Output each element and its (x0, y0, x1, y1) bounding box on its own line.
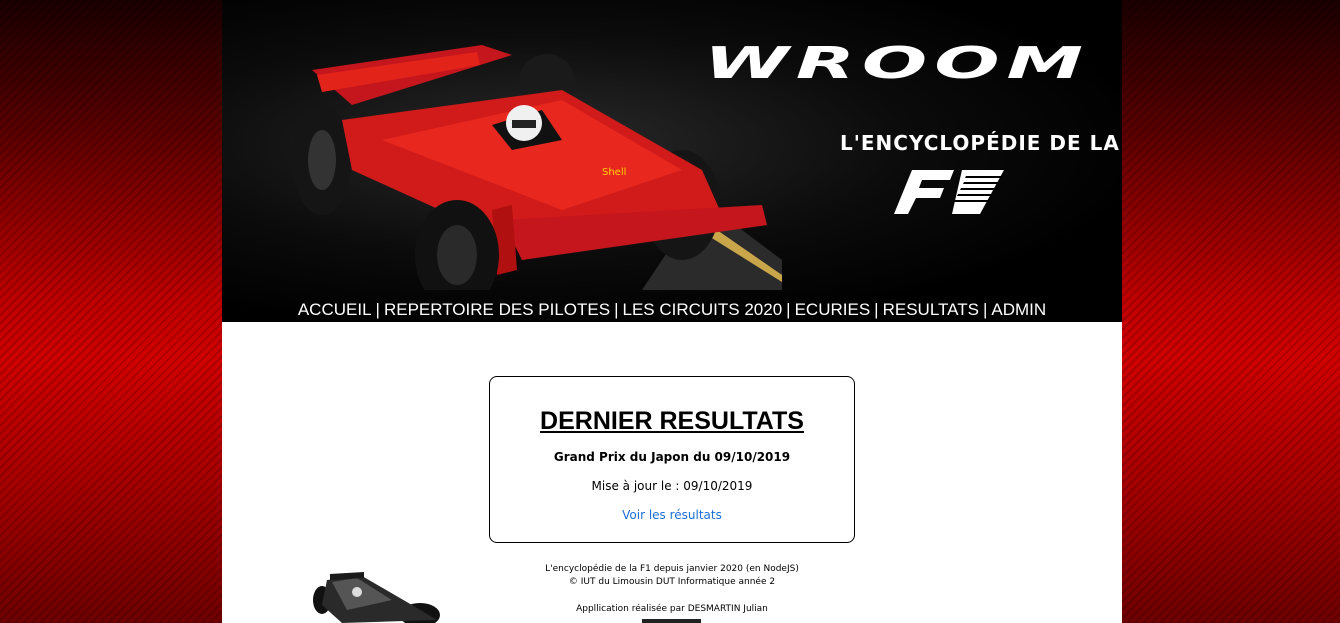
encyclopedia-tagline: L'ENCYCLOPÉDIE DE LA (840, 131, 1120, 155)
nav-separator: | (786, 300, 791, 319)
footer-line-1: L'encyclopédie de la F1 depuis janvier 2… (545, 564, 799, 574)
nav-separator: | (375, 300, 380, 319)
svg-text:Shell: Shell (602, 167, 626, 178)
footer-bar (642, 619, 701, 623)
latest-results-title: DERNIER RESULTATS (540, 407, 804, 435)
page-container: Shell WROOM L'ENCYCLOPÉDIE DE LA ACCUEIL… (222, 0, 1122, 623)
footer: L'encyclopédie de la F1 depuis janvier 2… (472, 563, 872, 616)
svg-text:WROOM: WROOM (704, 38, 1090, 88)
view-results-link[interactable]: Voir les résultats (622, 508, 722, 522)
nav-separator: | (982, 300, 988, 319)
nav-repertoire-des-pilotes[interactable]: REPERTOIRE DES PILOTES (384, 300, 610, 319)
f1-logo (894, 170, 1004, 214)
last-updated-text: Mise à jour le : 09/10/2019 (591, 479, 753, 493)
nav-les-circuits-2020[interactable]: LES CIRCUITS 2020 (622, 300, 782, 319)
nav-admin[interactable]: ADMIN (991, 300, 1046, 319)
nav-ecuries[interactable]: ECURIES (795, 300, 871, 319)
nav-separator: | (614, 300, 619, 319)
footer-author: Appllication réalisée par DESMARTIN Juli… (576, 604, 768, 614)
wroom-logo: WROOM (704, 38, 1090, 88)
main-navigation: ACCUEIL | REPERTOIRE DES PILOTES | LES CIRCU… (222, 300, 1122, 322)
header-banner: Shell WROOM L'ENCYCLOPÉDIE DE LA ACCUEIL… (222, 0, 1122, 322)
nav-resultats[interactable]: RESULTATS (883, 300, 979, 319)
nav-separator: | (874, 300, 879, 319)
grand-prix-name: Grand Prix du Japon du 09/10/2019 (553, 450, 791, 464)
footer-car-image (313, 572, 440, 623)
nav-accueil[interactable]: ACCUEIL (298, 300, 372, 319)
footer-line-2: © IUT du Limousin DUT Informatique année… (568, 577, 776, 587)
latest-results-card: DERNIER RESULTATS Grand Prix du Japon du… (489, 376, 855, 543)
